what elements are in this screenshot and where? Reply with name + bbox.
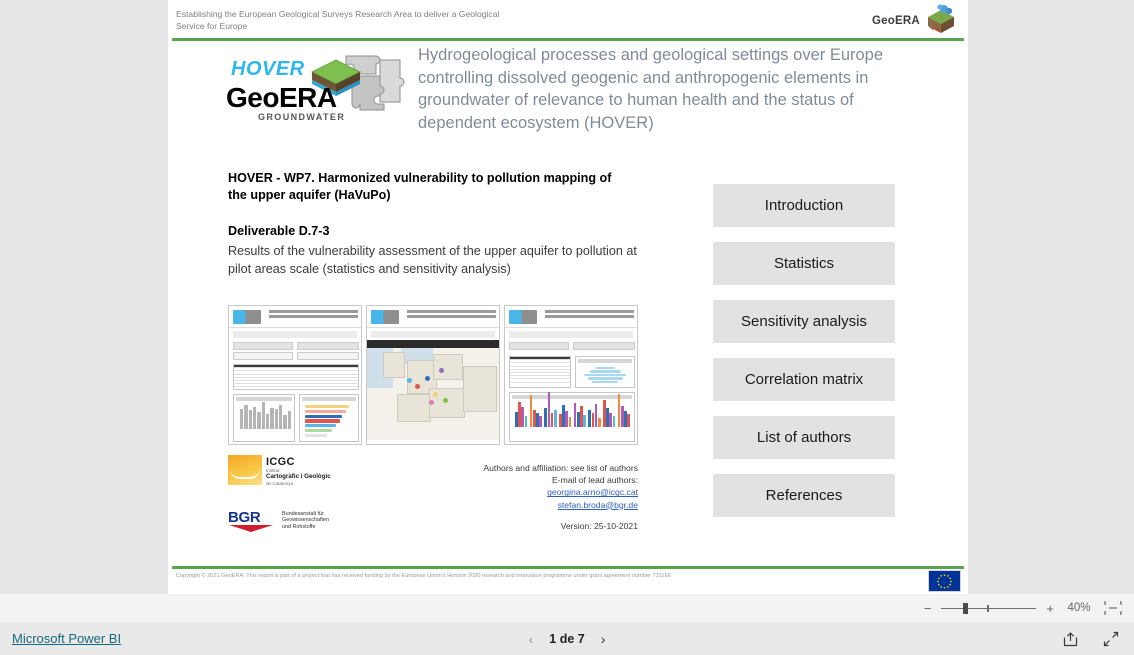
- section-nav: Introduction Statistics Sensitivity anal…: [713, 184, 895, 517]
- sensitivity-analysis-thumbnail[interactable]: [504, 305, 638, 445]
- report-page: Establishing the European Geological Sur…: [168, 0, 968, 594]
- share-icon[interactable]: [1062, 630, 1080, 648]
- icgc-line3: de Catalunya: [266, 480, 294, 486]
- thumb-hbars: [305, 405, 353, 437]
- bgr-logo: BGR Bundesanstalt für Geowissenschaften …: [228, 510, 378, 536]
- status-bar-actions: [1062, 630, 1120, 648]
- hover-wordmark: HOVER: [231, 58, 305, 80]
- icgc-logo: ICGC Institut Cartogràfic i Geològic de …: [228, 455, 358, 489]
- thumb-subtitle-bar: [371, 331, 495, 338]
- nav-button-introduction[interactable]: Introduction: [713, 184, 895, 227]
- europe-map-thumbnail[interactable]: [366, 305, 500, 445]
- zoom-level-value: 40%: [1067, 602, 1091, 614]
- thumb-data-table: [233, 364, 359, 390]
- deliverable-heading: Deliverable D.7-3: [228, 224, 330, 238]
- thumb-logo-icon: [371, 310, 399, 324]
- footer-copyright: Copyright © 2021 GeoERA. This report is …: [176, 573, 671, 579]
- contact-block: Authors and affiliation: see list of aut…: [468, 462, 638, 532]
- lead-author-email-2[interactable]: stefan.broda@bgr.de: [558, 500, 638, 510]
- thumb-param-chart: [299, 394, 359, 442]
- bgr-abbr: BGR: [228, 509, 261, 526]
- footer-green-rule: [172, 566, 964, 569]
- thumb-data-table: [509, 356, 571, 388]
- nav-button-statistics[interactable]: Statistics: [713, 242, 895, 285]
- geoera-logo: GeoERA: [870, 2, 960, 36]
- zoom-slider-tick: [987, 604, 989, 612]
- zoom-slider-handle[interactable]: [963, 603, 969, 614]
- nav-button-list-of-authors[interactable]: List of authors: [713, 416, 895, 459]
- thumb-logo-icon: [509, 310, 537, 324]
- thumb-toolbar-strip: [367, 340, 499, 348]
- page-indicator: 1 de 7: [549, 631, 585, 646]
- thumb-filter-a: [233, 342, 293, 350]
- thumb-header: [367, 306, 499, 328]
- thumb-filter-b: [573, 342, 635, 350]
- zoom-toolbar: − + 40%: [0, 594, 1134, 622]
- thumb-bar-chart: [233, 394, 295, 442]
- status-bar: Microsoft Power BI ‹ 1 de 7 ›: [0, 622, 1134, 655]
- geoera-logo-text: GeoERA: [872, 15, 920, 27]
- bgr-text: Bundesanstalt für Geowissenschaften und …: [282, 511, 329, 530]
- previous-page-icon[interactable]: ‹: [529, 631, 534, 647]
- thumb-grouped-bars: [515, 389, 630, 427]
- page-navigation: ‹ 1 de 7 ›: [0, 631, 1134, 647]
- thumb-header: [505, 306, 637, 328]
- email-label: E-mail of lead authors:: [552, 475, 638, 486]
- lead-author-email-1[interactable]: georgina.arno@icgc.cat: [547, 487, 638, 497]
- icgc-mark-icon: [228, 455, 262, 485]
- thumb-filter-a: [509, 342, 569, 350]
- thumb-filter-c: [233, 352, 293, 360]
- eu-flag-icon: [928, 570, 961, 592]
- fullscreen-icon[interactable]: [1102, 630, 1120, 648]
- thumb-subtitle-bar: [509, 331, 633, 338]
- thumb-filter-b: [297, 342, 359, 350]
- fit-to-page-icon[interactable]: [1104, 601, 1122, 615]
- authors-affiliation: Authors and affiliation: see list of aut…: [483, 463, 638, 473]
- bgr-triangle-icon: [229, 525, 273, 532]
- zoom-out-button[interactable]: −: [924, 601, 932, 616]
- nav-button-references[interactable]: References: [713, 474, 895, 517]
- thumb-filter-d: [297, 352, 359, 360]
- zoom-slider-track: [941, 607, 1037, 609]
- header-tagline: Establishing the European Geological Sur…: [176, 9, 500, 31]
- geoera-block-icon: [928, 4, 954, 33]
- hover-geoera-groundwater-logo: HOVER GeoERA GROUNDWATER: [224, 48, 410, 134]
- icgc-abbr: ICGC: [266, 456, 295, 468]
- report-viewport: Establishing the European Geological Sur…: [0, 0, 1134, 594]
- zoom-slider[interactable]: [941, 602, 1037, 614]
- thumb-title-lines: [545, 310, 634, 322]
- wp-heading: HOVER - WP7. Harmonized vulnerability to…: [228, 171, 612, 202]
- header-green-rule: [172, 38, 964, 41]
- preview-thumbnails: [228, 305, 638, 445]
- email-line-2: stefan.broda@bgr.de: [468, 499, 638, 511]
- thumb-subtitle-bar: [233, 331, 357, 338]
- zoom-in-button[interactable]: +: [1046, 601, 1054, 616]
- thumb-title-lines: [407, 310, 496, 322]
- thumb-grouped-bar-chart: [509, 392, 635, 442]
- report-header: Establishing the European Geological Sur…: [168, 0, 968, 41]
- version-label: Version: 25-10-2021: [560, 520, 638, 531]
- thumb-map-canvas: [367, 348, 499, 440]
- bgr-line3: und Rohstoffe: [282, 523, 316, 530]
- email-line: E-mail of lead authors: georgina.arno@ic…: [468, 474, 638, 498]
- thumb-header: [229, 306, 361, 328]
- groundwater-wordmark: GROUNDWATER: [258, 112, 346, 122]
- bgr-line2: Geowissenschaften: [282, 517, 330, 524]
- thumb-title-lines: [269, 310, 358, 322]
- nav-button-sensitivity-analysis[interactable]: Sensitivity analysis: [713, 300, 895, 343]
- next-page-icon[interactable]: ›: [601, 631, 606, 647]
- deliverable-description: Results of the vulnerability assessment …: [228, 244, 637, 276]
- thumb-funnel: [580, 367, 630, 384]
- thumb-logo-icon: [233, 310, 261, 324]
- icgc-text: ICGC Institut Cartogràfic i Geològic de …: [266, 456, 331, 486]
- thumb-funnel-chart: [575, 356, 635, 388]
- project-title: Hydrogeological processes and geological…: [418, 46, 884, 132]
- nav-button-correlation-matrix[interactable]: Correlation matrix: [713, 358, 895, 401]
- thumb-bars: [240, 395, 291, 429]
- icgc-line2: Cartogràfic i Geològic: [266, 473, 331, 480]
- eu-stars: [937, 574, 952, 589]
- bgr-mark-icon: BGR: [228, 510, 276, 532]
- geoera-wordmark: GeoERA: [226, 82, 337, 113]
- statistics-dashboard-thumbnail[interactable]: [228, 305, 362, 445]
